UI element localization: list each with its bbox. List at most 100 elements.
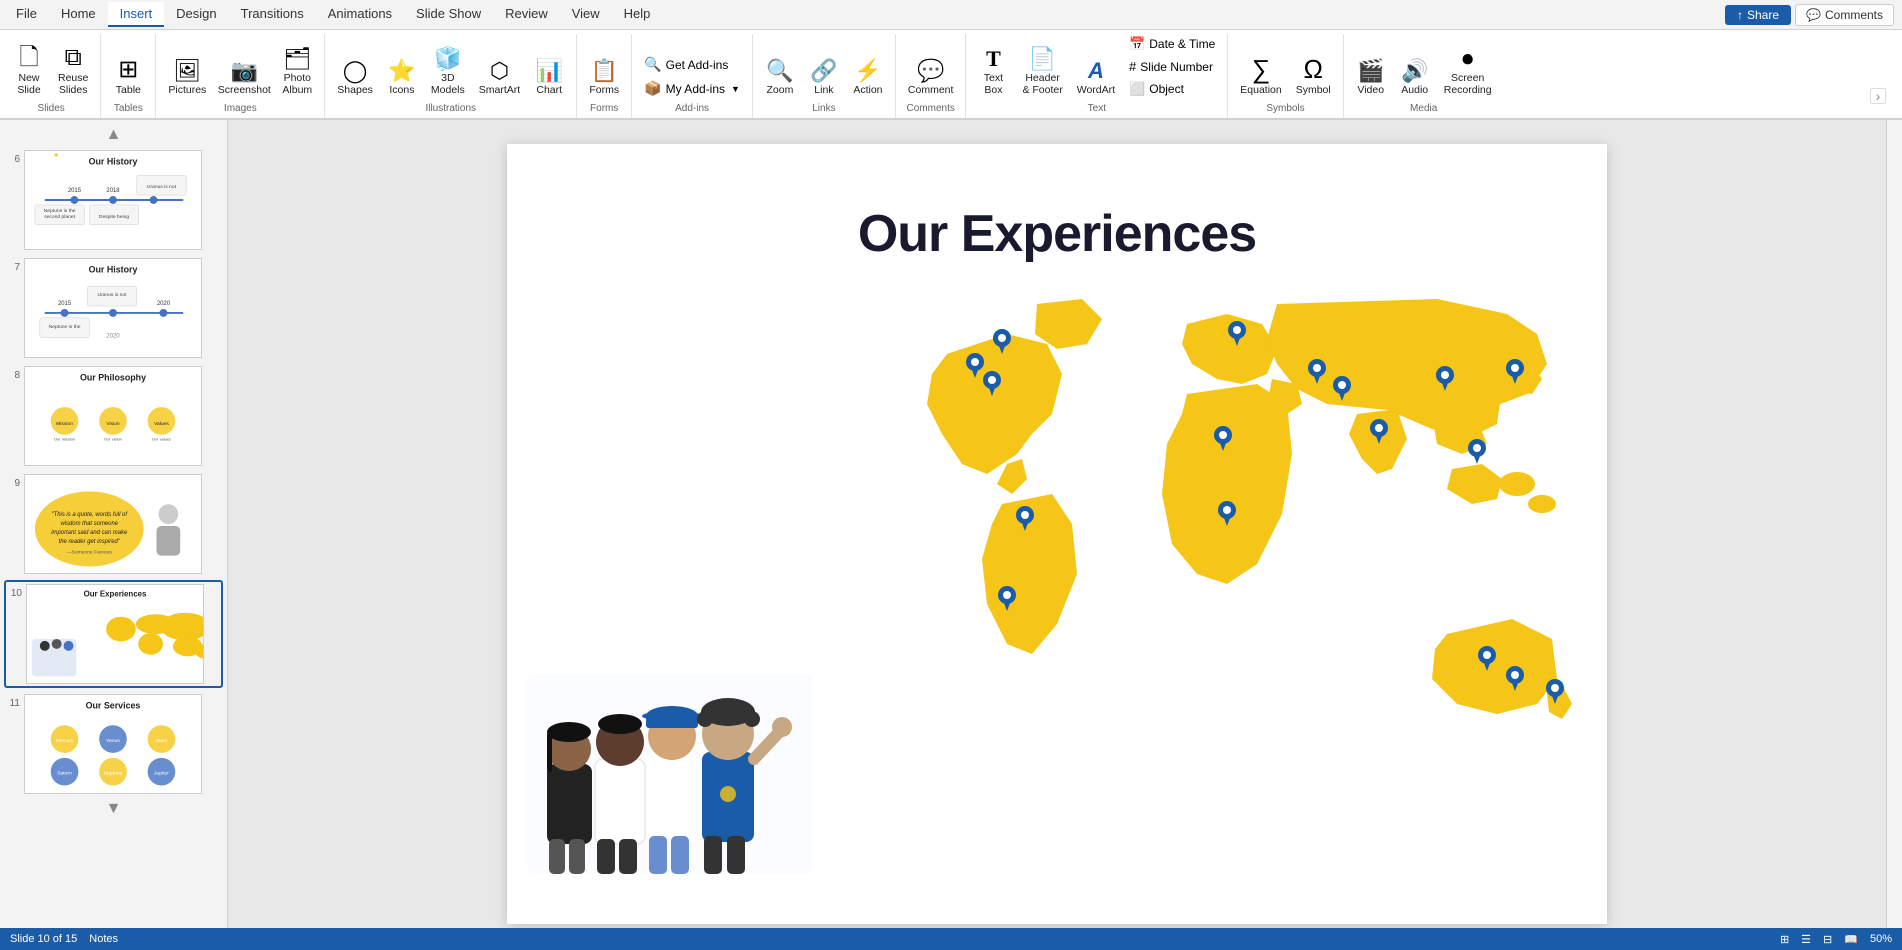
forms-group-label: Forms [590,101,618,114]
text-box-icon: T [986,48,1001,70]
view-outline-button[interactable]: ☰ [1801,933,1811,946]
collapse-ribbon-arrow[interactable]: › [1870,88,1886,104]
forms-icon: 📋 [591,60,618,82]
svg-text:Values: Values [154,421,169,427]
tab-help[interactable]: Help [612,2,663,27]
ribbon-group-comments: 💬 Comment Comments [896,34,967,118]
svg-text:Mercury: Mercury [56,738,74,744]
tab-view[interactable]: View [560,2,612,27]
tab-slideshow[interactable]: Slide Show [404,2,493,27]
share-icon: ↑ [1737,8,1743,22]
screenshot-button[interactable]: 📷 Screenshot [214,58,274,99]
ribbon-group-forms: 📋 Forms Forms [577,34,632,118]
reuse-slides-icon: ⧉ [65,46,82,70]
table-icon: ⊞ [118,58,138,82]
slide-img-6: Our History 2015 2018 2020 Neptune is th… [24,150,202,250]
zoom-button[interactable]: 🔍 Zoom [759,58,801,99]
chart-button[interactable]: 📊 Chart [528,58,570,99]
scroll-down-arrow[interactable]: ▼ [4,800,223,818]
canvas-area[interactable]: Our Experiences [228,120,1886,947]
my-addins-button[interactable]: 📦 My Add-ins ▼ [638,78,746,99]
slide-number-button[interactable]: # Slide Number [1123,57,1221,76]
header-footer-button[interactable]: 📄 Header& Footer [1016,46,1068,99]
photo-album-icon: 🗂 [283,48,311,70]
wordart-label: WordArt [1077,84,1115,97]
text-box-label: TextBox [984,72,1003,97]
tab-home[interactable]: Home [49,2,108,27]
tab-transitions[interactable]: Transitions [229,2,316,27]
forms-button[interactable]: 📋 Forms [583,58,625,99]
ribbon: File Home Insert Design Transitions Anim… [0,0,1902,120]
table-button[interactable]: ⊞ Table [107,56,149,99]
date-time-button[interactable]: 📅 Date & Time [1123,34,1221,54]
chart-label: Chart [536,84,562,97]
symbols-group-label: Symbols [1266,101,1304,114]
svg-text:Our Philosophy: Our Philosophy [80,372,146,382]
slide-thumb-7[interactable]: 7 Our History 2015 2018 2020 Neptune is … [4,256,223,360]
svg-text:Despite being: Despite being [99,214,129,220]
smartart-button[interactable]: ⬡ SmartArt [473,58,526,99]
svg-text:Our History: Our History [89,264,138,274]
wordart-button[interactable]: A WordArt [1071,58,1121,99]
share-button[interactable]: ↑ Share [1725,5,1791,25]
new-slide-label: NewSlide [17,72,40,97]
svg-text:2020: 2020 [157,301,171,307]
audio-button[interactable]: 🔊 Audio [1394,58,1436,99]
get-addins-button[interactable]: 🔍 Get Add-ins [638,54,746,75]
new-slide-icon: 🗋 [19,46,38,70]
svg-text:—Someone Famous: —Someone Famous [67,550,113,556]
tab-file[interactable]: File [4,2,49,27]
screen-recording-button[interactable]: ⏺ ScreenRecording [1438,46,1498,99]
new-slide-button[interactable]: 🗋 NewSlide [8,44,50,99]
shapes-button[interactable]: ◯ Shapes [331,58,379,99]
view-sorter-button[interactable]: ⊟ [1823,933,1832,946]
object-button[interactable]: ⬜ Object [1123,79,1221,99]
get-addins-icon: 🔍 [644,56,661,73]
pictures-button[interactable]: 🖼 Pictures [162,58,212,99]
slide-thumb-6[interactable]: 6 Our History 2015 2018 2020 Neptune is … [4,148,223,252]
zoom-label: Zoom [767,84,794,97]
svg-text:Our Experiences: Our Experiences [84,589,147,598]
slide-thumb-9[interactable]: 9 "This is a quote, words full of wisdom… [4,472,223,576]
action-button[interactable]: ⚡ Action [847,58,889,99]
slide-num-9: 9 [6,474,20,489]
slide-thumb-10[interactable]: 10 Our Experiences [4,580,223,688]
view-normal-button[interactable]: ⊞ [1780,933,1789,946]
svg-text:Vision: Vision [106,421,120,427]
addins-group-label: Add-ins [675,101,709,114]
pictures-icon: 🖼 [173,60,201,82]
symbol-button[interactable]: Ω Symbol [1290,54,1337,99]
icons-button[interactable]: ⭐ Icons [381,58,423,99]
action-icon: ⚡ [854,60,881,82]
3d-models-button[interactable]: 🧊 3DModels [425,46,471,99]
equation-button[interactable]: ∑ Equation [1234,54,1287,99]
svg-text:Our mission: Our mission [54,437,75,442]
slide-num-8: 8 [6,366,20,381]
video-button[interactable]: 🎬 Video [1350,58,1392,99]
comments-button[interactable]: 💬 Comments [1795,4,1894,26]
slide-thumb-11[interactable]: 11 Our Services Mercury Venus Mars Satur… [4,692,223,796]
notes-button[interactable]: Notes [89,933,118,945]
comment-button[interactable]: 💬 Comment [902,58,960,99]
svg-text:Neptune is the: Neptune is the [44,208,76,214]
slide-img-11: Our Services Mercury Venus Mars Saturn N… [24,694,202,794]
table-label: Table [116,84,141,97]
slide-count-label: Slide 10 of 15 [10,933,77,945]
text-box-button[interactable]: T TextBox [972,46,1014,99]
link-button[interactable]: 🔗 Link [803,58,845,99]
svg-text:Neptune: Neptune [104,771,123,777]
tab-review[interactable]: Review [493,2,560,27]
tab-bar: File Home Insert Design Transitions Anim… [0,0,1902,30]
object-icon: ⬜ [1129,81,1145,97]
slide-thumb-8[interactable]: 8 Our Philosophy Mission Vision Values O… [4,364,223,468]
view-reading-button[interactable]: 📖 [1844,933,1858,946]
tab-insert[interactable]: Insert [108,2,165,27]
video-icon: 🎬 [1357,60,1384,82]
scroll-up-arrow[interactable]: ▲ [4,126,223,144]
reuse-slides-button[interactable]: ⧉ ReuseSlides [52,44,94,99]
tab-design[interactable]: Design [164,2,228,27]
tab-animations[interactable]: Animations [316,2,404,27]
chart-icon: 📊 [536,60,563,82]
photo-album-button[interactable]: 🗂 PhotoAlbum [276,46,318,99]
svg-text:2020: 2020 [106,334,120,340]
